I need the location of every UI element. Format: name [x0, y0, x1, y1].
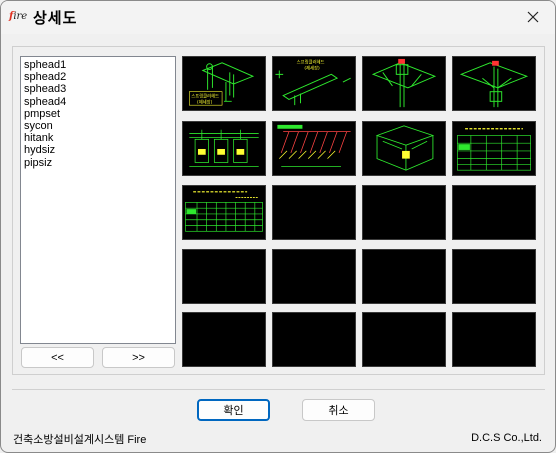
thumbnail-empty[interactable]: [452, 249, 536, 304]
sprinkler-head-drawing-2: 스프링클러헤드 (제세장): [275, 59, 351, 106]
thumbnail-hitank[interactable]: [362, 121, 446, 176]
close-icon: [527, 11, 539, 23]
list-item[interactable]: sphead4: [23, 96, 173, 108]
window-title: 상세도: [33, 10, 78, 27]
thumbnail-empty[interactable]: [272, 185, 356, 240]
product-name: 건축소방설비설계시스템 Fire: [13, 434, 147, 446]
next-page-button[interactable]: >>: [102, 347, 175, 368]
cancel-button[interactable]: 취소: [302, 399, 375, 421]
thumbnail-hydsiz[interactable]: [452, 121, 536, 176]
prev-page-button[interactable]: <<: [21, 347, 94, 368]
list-item[interactable]: sphead2: [23, 71, 173, 83]
thumbnail-sphead1[interactable]: 스프링클러헤드 (제세장): [182, 56, 266, 111]
thumbnail-empty[interactable]: [362, 312, 446, 367]
high-tank-drawing: [375, 125, 435, 171]
list-item[interactable]: pipsiz: [23, 157, 173, 169]
sprinkler-head-drawing-1: 스프링클러헤드 (제세장): [189, 62, 255, 106]
svg-text:스프링클러헤드: 스프링클러헤드: [191, 92, 219, 99]
title-bar[interactable]: fire 상세도: [1, 1, 555, 34]
thumbnail-empty[interactable]: [362, 185, 446, 240]
svg-text:(제세장): (제세장): [304, 65, 320, 72]
thumbnail-sphead3[interactable]: [362, 56, 446, 111]
ok-button[interactable]: 확인: [197, 399, 270, 421]
hydrant-sizing-table: [457, 128, 531, 171]
thumbnail-empty[interactable]: [182, 249, 266, 304]
system-connection-drawing: [277, 124, 351, 167]
thumbnail-pipsiz[interactable]: [182, 185, 266, 240]
thumbnail-sycon[interactable]: [272, 121, 356, 176]
thumbnail-sphead2[interactable]: 스프링클러헤드 (제세장): [272, 56, 356, 111]
thumbnail-empty[interactable]: [452, 185, 536, 240]
svg-text:(제세장): (제세장): [197, 98, 213, 105]
thumbnail-empty[interactable]: [362, 249, 446, 304]
close-button[interactable]: [511, 1, 555, 33]
sprinkler-head-drawing-4: [459, 60, 529, 108]
thumbnail-empty[interactable]: [182, 312, 266, 367]
drawing-listbox[interactable]: sphead1 sphead2 sphead3 sphead4 pmpset s…: [20, 56, 176, 344]
thumbnail-empty[interactable]: [272, 312, 356, 367]
list-item[interactable]: sphead3: [23, 83, 173, 95]
list-item[interactable]: pmpset: [23, 108, 173, 120]
list-item[interactable]: hitank: [23, 132, 173, 144]
thumbnail-pmpset[interactable]: [182, 121, 266, 176]
pump-set-drawing: [189, 129, 259, 167]
company-name: D.C.S Co.,Ltd.: [471, 432, 542, 444]
list-item[interactable]: sycon: [23, 120, 173, 132]
pipe-sizing-table: [185, 191, 263, 232]
thumbnail-empty[interactable]: [452, 312, 536, 367]
svg-text:스프링클러헤드: 스프링클러헤드: [297, 59, 325, 66]
list-item[interactable]: hydsiz: [23, 144, 173, 156]
button-panel: [12, 389, 545, 425]
thumbnail-empty[interactable]: [272, 249, 356, 304]
sprinkler-head-drawing-3: [371, 58, 437, 108]
app-icon: fire: [9, 11, 28, 22]
detail-dialog-window: fire 상세도 sphead1 sphead2 sphead3 sphead4…: [0, 0, 556, 453]
list-item[interactable]: sphead1: [23, 59, 173, 71]
thumbnail-sphead4[interactable]: [452, 56, 536, 111]
